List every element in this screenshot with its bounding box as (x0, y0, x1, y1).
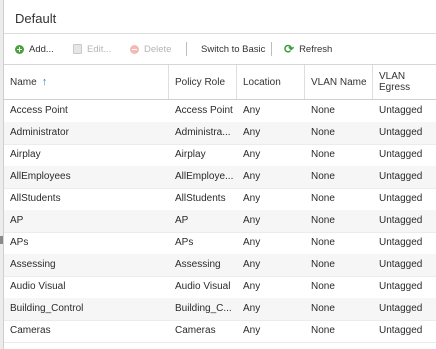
cell-name: AllStudents (10, 193, 61, 204)
table-header: Name ↑ Policy Role Location VLAN Name VL… (4, 65, 436, 100)
cell-vlan-egress: Untagged (379, 171, 423, 182)
cell-name: APs (10, 237, 29, 248)
cell-vlan-name: None (311, 259, 335, 270)
cell-name: Building_Control (10, 303, 84, 314)
cell-location: Any (243, 193, 261, 204)
cell-vlan-name: None (311, 237, 335, 248)
minus-circle-icon (130, 44, 139, 54)
cell-vlan-egress: Untagged (379, 259, 423, 270)
column-header-policy-role[interactable]: Policy Role (169, 65, 237, 99)
refresh-button[interactable]: ⟳ Refresh (284, 34, 332, 64)
cell-name: AP (10, 215, 24, 226)
edit-button-label: Edit... (87, 43, 112, 55)
cell-vlan-name: None (311, 127, 335, 138)
policy-rules-panel: Default Add... Edit... Delete Switch to … (3, 0, 436, 349)
column-header-vlan-egress[interactable]: VLAN Egress (373, 65, 436, 99)
panel-title: Default (15, 11, 57, 26)
cell-vlan-name: None (311, 193, 335, 204)
cell-location: Any (243, 105, 261, 116)
delete-button[interactable]: Delete (130, 34, 171, 64)
table-row[interactable]: Audio Visual Audio Visual Any None Untagged (4, 276, 436, 299)
cell-location: Any (243, 215, 261, 226)
cell-name: Administrator (10, 127, 69, 138)
table-row[interactable]: Assessing Assessing Any None Untagged (4, 254, 436, 277)
cell-policy-role: Access Point (175, 105, 233, 116)
cell-name: Access Point (10, 105, 68, 116)
toolbar-separator (186, 42, 187, 56)
cell-vlan-egress: Untagged (379, 215, 423, 226)
column-header-location[interactable]: Location (237, 65, 305, 99)
refresh-button-label: Refresh (299, 43, 333, 55)
cell-vlan-egress: Untagged (379, 281, 423, 292)
cell-name: Audio Visual (10, 281, 66, 292)
cell-policy-role: Audio Visual (175, 281, 231, 292)
cell-vlan-egress: Untagged (379, 127, 423, 138)
cell-vlan-name: None (311, 171, 335, 182)
cell-location: Any (243, 325, 261, 336)
delete-button-label: Delete (144, 43, 172, 55)
toolbar-separator (271, 42, 272, 56)
cell-vlan-egress: Untagged (379, 149, 423, 160)
table-row[interactable]: Access Point Access Point Any None Untagged (4, 100, 436, 123)
cell-location: Any (243, 259, 261, 270)
cell-policy-role: Building_C... (175, 303, 232, 314)
cell-location: Any (243, 303, 261, 314)
cell-location: Any (243, 127, 261, 138)
cell-vlan-egress: Untagged (379, 105, 423, 116)
cell-name: AllEmployees (10, 171, 71, 182)
cell-policy-role: AP (175, 215, 189, 226)
cell-vlan-name: None (311, 325, 335, 336)
table-row[interactable]: AllStudents AllStudents Any None Untagged (4, 188, 436, 211)
cell-vlan-egress: Untagged (379, 193, 423, 204)
cell-policy-role: Assessing (175, 259, 221, 270)
edit-icon (73, 44, 82, 54)
cell-vlan-egress: Untagged (379, 325, 423, 336)
cell-name: Assessing (10, 259, 56, 270)
cell-vlan-name: None (311, 281, 335, 292)
cell-policy-role: APs (175, 237, 194, 248)
cell-name: Cameras (10, 325, 51, 336)
cell-name: Airplay (10, 149, 41, 160)
table-row[interactable]: APs APs Any None Untagged (4, 232, 436, 255)
table-row[interactable]: Airplay Airplay Any None Untagged (4, 144, 436, 167)
edit-button[interactable]: Edit... (73, 34, 111, 64)
cell-location: Any (243, 149, 261, 160)
toolbar: Add... Edit... Delete Switch to Basic ⟳ … (4, 34, 436, 64)
cell-vlan-name: None (311, 303, 335, 314)
add-button[interactable]: Add... (15, 34, 54, 64)
add-button-label: Add... (29, 43, 54, 55)
cell-location: Any (243, 171, 261, 182)
cell-vlan-name: None (311, 215, 335, 226)
table-row[interactable]: Cameras Cameras Any None Untagged (4, 320, 436, 343)
rules-table: Name ↑ Policy Role Location VLAN Name VL… (4, 64, 436, 349)
cell-vlan-egress: Untagged (379, 237, 423, 248)
table-row[interactable]: Administrator Administra... Any None Untagge… (4, 122, 436, 145)
cell-location: Any (243, 237, 261, 248)
cell-policy-role: Airplay (175, 149, 206, 160)
table-row[interactable]: Building_Control Building_C... Any None Unta… (4, 298, 436, 321)
refresh-icon: ⟳ (284, 42, 295, 56)
column-header-name[interactable]: Name ↑ (4, 65, 169, 99)
table-row[interactable]: AllEmployees AllEmploye... Any None Untagged (4, 166, 436, 189)
plus-circle-icon (15, 44, 24, 54)
cell-policy-role: AllEmploye... (175, 171, 234, 182)
cell-location: Any (243, 281, 261, 292)
column-header-vlan-name[interactable]: VLAN Name (305, 65, 373, 99)
switch-button-label: Switch to Basic (201, 43, 266, 55)
cell-vlan-name: None (311, 149, 335, 160)
cell-vlan-egress: Untagged (379, 303, 423, 314)
sort-ascending-icon: ↑ (41, 76, 48, 88)
cell-vlan-name: None (311, 105, 335, 116)
table-row[interactable]: AP AP Any None Untagged (4, 210, 436, 233)
cell-policy-role: Cameras (175, 325, 216, 336)
cell-policy-role: Administra... (175, 127, 231, 138)
cell-policy-role: AllStudents (175, 193, 226, 204)
switch-to-basic-button[interactable]: Switch to Basic (201, 34, 265, 64)
